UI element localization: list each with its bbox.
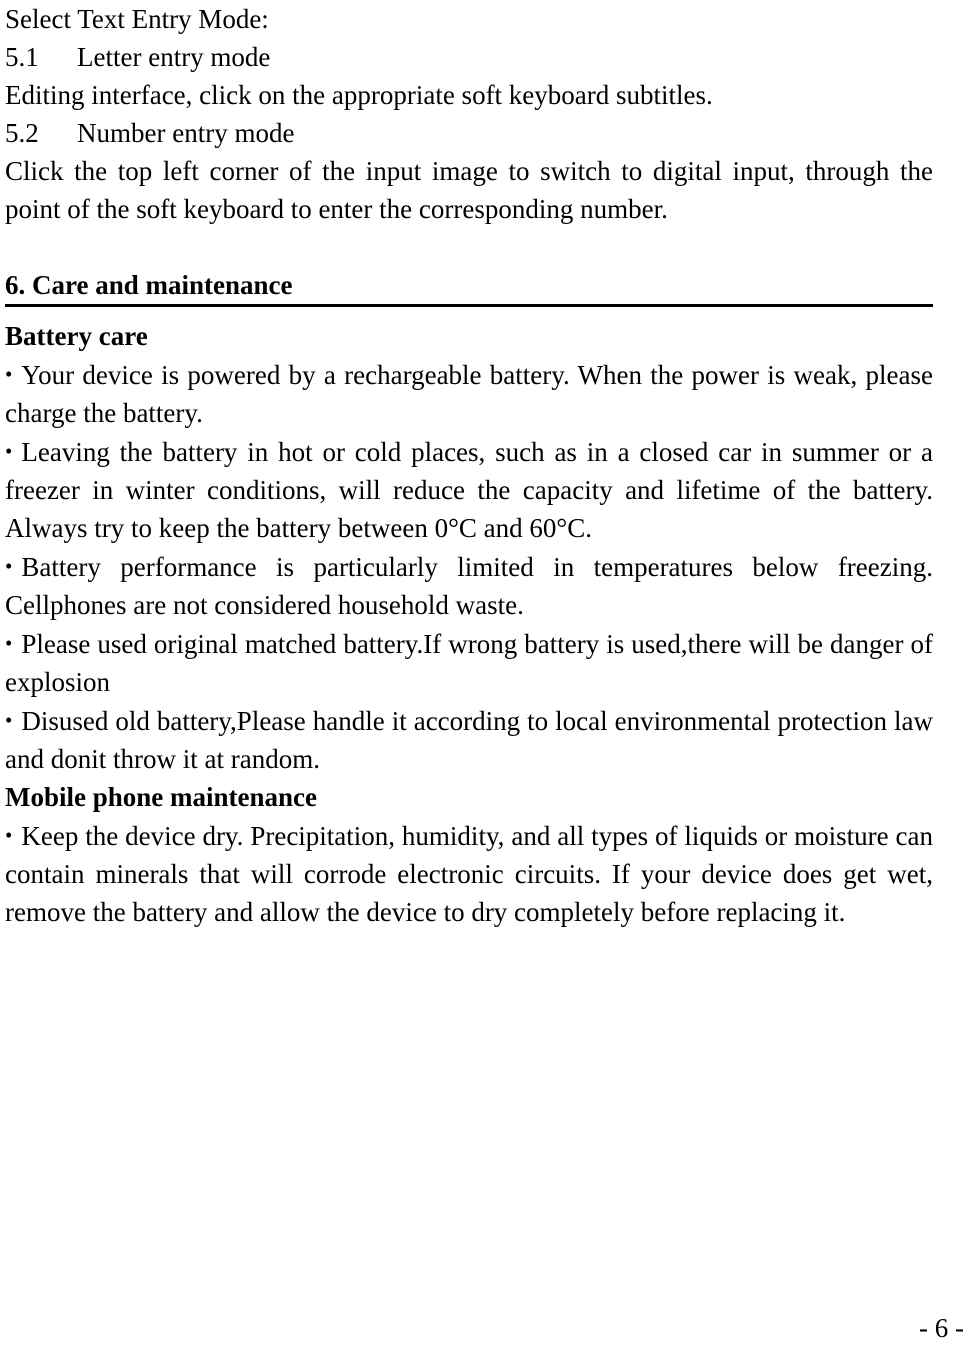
- number-entry-paragraph: Click the top left corner of the input i…: [5, 156, 933, 224]
- subsection-title-5-1: Letter entry mode: [77, 42, 271, 72]
- list-item-text: Disused old battery,Please handle it acc…: [5, 706, 933, 774]
- subsection-number-5-2: 5.2: [5, 118, 39, 148]
- intro-line: Select Text Entry Mode:: [5, 4, 269, 34]
- bullet-icon: •: [5, 708, 13, 732]
- document-page: Select Text Entry Mode: 5.1 Letter entry …: [5, 0, 933, 931]
- letter-entry-paragraph: Editing interface, click on the appropri…: [5, 80, 713, 110]
- list-item-text: Keep the device dry. Precipitation, humi…: [5, 821, 933, 927]
- list-item: • Battery performance is particularly lim…: [5, 547, 933, 624]
- bullet-icon: •: [5, 362, 13, 386]
- section-heading-care-and-maintenance: 6. Care and maintenance: [5, 270, 293, 300]
- list-item: • Leaving the battery in hot or cold plac…: [5, 432, 933, 547]
- bullet-icon: •: [5, 823, 13, 847]
- page-footer: - 6 -: [906, 1280, 964, 1344]
- rule-spacer: [5, 307, 933, 317]
- list-item: • Keep the device dry. Precipitation, hum…: [5, 816, 933, 931]
- list-item-text: Your device is powered by a rechargeable…: [5, 360, 933, 428]
- bullet-icon: •: [5, 631, 13, 655]
- list-item: • Your device is powered by a rechargeabl…: [5, 355, 933, 432]
- subheading-battery-care: Battery care: [5, 321, 148, 351]
- list-item-text: Leaving the battery in hot or cold place…: [5, 437, 933, 543]
- bullet-icon: •: [5, 439, 13, 463]
- list-item-text: Please used original matched battery.If …: [5, 629, 933, 697]
- list-item-text: Battery performance is particularly limi…: [5, 552, 933, 620]
- page-number: - 6 -: [919, 1313, 964, 1343]
- bullet-icon: •: [5, 554, 13, 578]
- subsection-number-5-1: 5.1: [5, 42, 39, 72]
- list-item: • Disused old battery,Please handle it ac…: [5, 701, 933, 778]
- subsection-title-5-2: Number entry mode: [77, 118, 295, 148]
- list-item: • Please used original matched battery.If…: [5, 624, 933, 701]
- subsection-heading-5-2: 5.2 Number entry mode: [5, 114, 933, 152]
- subheading-mobile-phone-maintenance: Mobile phone maintenance: [5, 782, 318, 812]
- subsection-heading-5-1: 5.1 Letter entry mode: [5, 38, 933, 76]
